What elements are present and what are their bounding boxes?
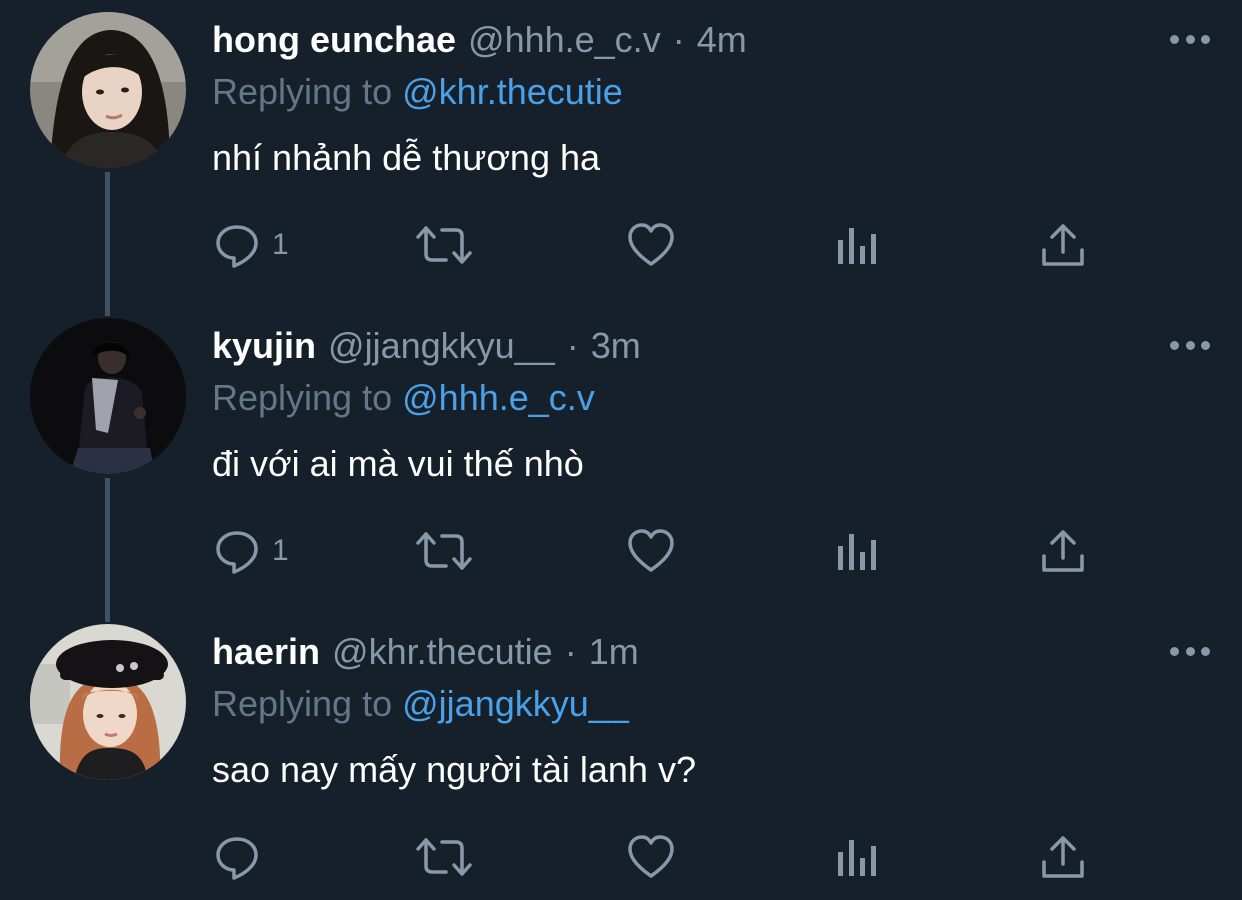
mention-link[interactable]: @khr.thecutie: [402, 71, 623, 112]
reply-button[interactable]: 1: [212, 215, 289, 275]
analytics-icon: [838, 228, 876, 264]
display-name[interactable]: hong eunchae: [212, 18, 456, 62]
heart-icon: [628, 223, 674, 266]
retweet-button[interactable]: [416, 215, 472, 275]
share-icon: [1042, 530, 1084, 572]
share-button[interactable]: [1038, 827, 1088, 887]
separator-dot: ·: [566, 325, 579, 366]
avatar[interactable]: [30, 624, 186, 780]
more-options-icon[interactable]: [1170, 636, 1210, 666]
tweet-actions: 1: [0, 215, 1242, 275]
share-icon: [1042, 224, 1084, 266]
mention-link[interactable]: @hhh.e_c.v: [402, 377, 595, 418]
like-button[interactable]: [626, 521, 676, 581]
analytics-icon: [838, 534, 876, 570]
tweet-text: đi với ai mà vui thế nhò: [212, 443, 584, 484]
timestamp[interactable]: 3m: [591, 324, 641, 368]
mention-link[interactable]: @jjangkkyu__: [402, 683, 629, 724]
replying-to: Replying to @hhh.e_c.v: [212, 376, 595, 420]
separator-dot: ·: [672, 19, 685, 60]
separator-dot: ·: [564, 631, 577, 672]
tweet-actions: 1: [0, 521, 1242, 581]
avatar[interactable]: [30, 12, 186, 168]
avatar[interactable]: [30, 318, 186, 474]
tweet-text: nhí nhảnh dễ thương ha: [212, 137, 601, 178]
reply-icon: [216, 225, 258, 268]
reply-button[interactable]: [212, 827, 272, 887]
tweet-actions: [0, 827, 1242, 887]
avatar-image-kyujin: [30, 318, 186, 474]
reply-icon: [216, 531, 258, 574]
replying-to: Replying to @khr.thecutie: [212, 70, 623, 114]
share-button[interactable]: [1038, 521, 1088, 581]
heart-icon: [628, 529, 674, 572]
analytics-button[interactable]: [834, 521, 884, 581]
analytics-button[interactable]: [834, 215, 884, 275]
retweet-icon: [416, 838, 472, 876]
timestamp[interactable]: 4m: [697, 18, 747, 62]
username-handle[interactable]: @hhh.e_c.v: [468, 18, 661, 62]
reply-button[interactable]: 1: [212, 521, 289, 581]
retweet-icon: [416, 226, 472, 264]
username-handle[interactable]: @jjangkkyu__: [328, 324, 555, 368]
tweet-header: haerin @khr.thecutie · 1m: [212, 630, 639, 674]
retweet-icon: [416, 532, 472, 570]
like-button[interactable]: [626, 215, 676, 275]
tweet[interactable]: kyujin @jjangkkyu__ · 3m Replying to @hh…: [0, 306, 1242, 612]
replying-to: Replying to @jjangkkyu__: [212, 682, 629, 726]
display-name[interactable]: haerin: [212, 630, 320, 674]
retweet-button[interactable]: [416, 521, 472, 581]
replying-to-label: Replying to: [212, 683, 393, 724]
replying-to-label: Replying to: [212, 377, 393, 418]
analytics-button[interactable]: [834, 827, 884, 887]
heart-icon: [628, 835, 674, 878]
reply-thread: hong eunchae @hhh.e_c.v · 4m Replying to…: [0, 0, 1242, 900]
avatar-image-hong-eunchae: [30, 12, 186, 168]
replying-to-label: Replying to: [212, 71, 393, 112]
like-button[interactable]: [626, 827, 676, 887]
reply-icon: [216, 837, 258, 880]
tweet-header: hong eunchae @hhh.e_c.v · 4m: [212, 18, 747, 62]
tweet-header: kyujin @jjangkkyu__ · 3m: [212, 324, 641, 368]
analytics-icon: [838, 840, 876, 876]
more-options-icon[interactable]: [1170, 330, 1210, 360]
retweet-button[interactable]: [416, 827, 472, 887]
display-name[interactable]: kyujin: [212, 324, 316, 368]
avatar-image-haerin: [30, 624, 186, 780]
share-icon: [1042, 836, 1084, 878]
share-button[interactable]: [1038, 215, 1088, 275]
tweet[interactable]: hong eunchae @hhh.e_c.v · 4m Replying to…: [0, 0, 1242, 306]
tweet-text: sao nay mấy người tài lanh v?: [212, 749, 696, 790]
reply-count: 1: [272, 228, 289, 261]
reply-count: 1: [272, 534, 289, 567]
username-handle[interactable]: @khr.thecutie: [332, 630, 553, 674]
timestamp[interactable]: 1m: [589, 630, 639, 674]
tweet[interactable]: haerin @khr.thecutie · 1m Replying to @j…: [0, 612, 1242, 900]
more-options-icon[interactable]: [1170, 24, 1210, 54]
